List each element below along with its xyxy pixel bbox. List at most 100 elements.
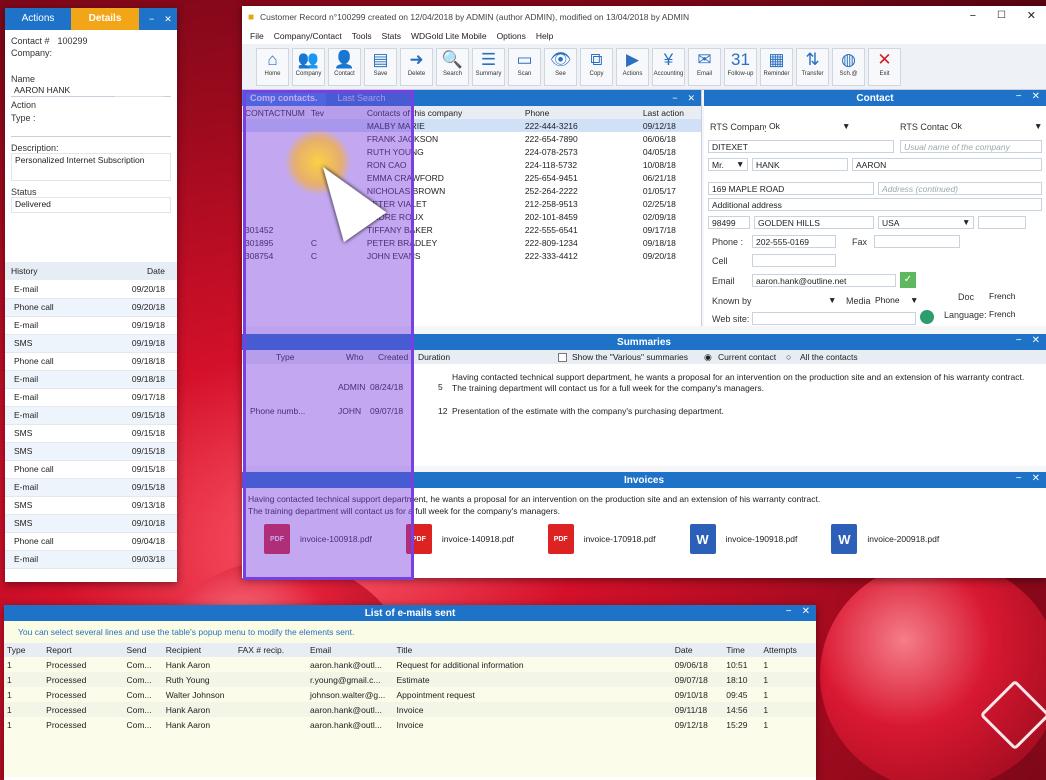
history-row[interactable]: SMS 09/15/18 xyxy=(5,442,177,461)
dropdown-arrow-icon[interactable]: ▼ xyxy=(842,121,850,131)
email-row[interactable]: 1 Processed Com... Walter Johnson johnson.wa… xyxy=(4,687,816,702)
status-field[interactable]: Delivered xyxy=(11,197,171,213)
invoice-file[interactable]: PDF invoice-140918.pdf xyxy=(405,524,514,554)
region-field[interactable] xyxy=(978,216,1026,229)
minimize-icon[interactable]: − xyxy=(1016,335,1022,346)
history-row[interactable]: SMS 09/15/18 xyxy=(5,424,177,443)
history-row[interactable]: E-mail 09/18/18 xyxy=(5,370,177,389)
history-row[interactable]: E-mail 09/19/18 xyxy=(5,316,177,335)
history-row[interactable]: Phone call 09/04/18 xyxy=(5,532,177,551)
dropdown-arrow-icon[interactable]: ▼ xyxy=(828,295,836,305)
email-row[interactable]: 1 Processed Com... Hank Aaron aaron.hank@out… xyxy=(4,702,816,717)
email-row[interactable]: 1 Processed Com... Ruth Young r.young@gmail.… xyxy=(4,672,816,687)
doc-select[interactable]: French xyxy=(986,290,1036,303)
toolbar-button[interactable]: ✕ Exit xyxy=(868,47,901,86)
email-col[interactable]: Recipient xyxy=(163,643,235,657)
history-row[interactable]: Phone call 09/15/18 xyxy=(5,460,177,479)
history-row[interactable]: Phone call 09/20/18 xyxy=(5,298,177,317)
minimize-icon[interactable]: − xyxy=(149,14,154,24)
history-row[interactable]: E-mail 09/03/18 xyxy=(5,550,177,569)
close-icon[interactable]: ✕ xyxy=(1032,335,1040,346)
toolbar-button[interactable]: 👤 Contact xyxy=(328,47,361,86)
type-field[interactable] xyxy=(11,123,171,137)
invoice-file[interactable]: Winvoice-190918.pdf xyxy=(689,524,797,554)
maximize-icon[interactable]: ☐ xyxy=(997,10,1006,21)
toolbar-button[interactable]: 👥 Company xyxy=(292,47,325,86)
close-icon[interactable]: ✕ xyxy=(1032,91,1040,102)
history-row[interactable]: SMS 09/10/18 xyxy=(5,514,177,533)
close-icon[interactable]: ✕ xyxy=(1032,473,1040,484)
toolbar-button[interactable]: 👁 See xyxy=(544,47,577,86)
additional-address-field[interactable]: Additional address xyxy=(708,198,1042,211)
email-row[interactable]: 1 Processed Com... Hank Aaron aaron.hank@out… xyxy=(4,717,816,732)
minimize-icon[interactable]: − xyxy=(786,606,792,617)
toolbar-button[interactable]: ▶ Actions xyxy=(616,47,649,86)
toolbar-button[interactable]: ▦ Reminder xyxy=(760,47,793,86)
menu-item[interactable]: WDGold Lite Mobile xyxy=(411,31,487,41)
email-col[interactable]: Time xyxy=(723,643,760,657)
all-contacts-radio[interactable]: ○ xyxy=(786,352,791,362)
history-row[interactable]: E-mail 09/15/18 xyxy=(5,406,177,425)
dropdown-arrow-icon[interactable]: ▼ xyxy=(910,295,918,305)
language-select[interactable]: French xyxy=(986,308,1036,321)
dropdown-arrow-icon[interactable]: ▼ xyxy=(1034,121,1042,131)
rts-contact-select[interactable]: Ok xyxy=(948,120,1038,133)
history-row[interactable]: SMS 09/19/18 xyxy=(5,334,177,353)
invoice-file[interactable]: PDF invoice-170918.pdf xyxy=(547,524,656,554)
website-field[interactable] xyxy=(752,312,916,325)
company-name-field[interactable]: DITEXET xyxy=(708,140,894,153)
invoice-file[interactable]: Winvoice-200918.pdf xyxy=(831,524,939,554)
toolbar-button[interactable]: ⧉ Copy xyxy=(580,47,613,86)
show-various-checkbox[interactable] xyxy=(558,352,567,362)
cell-field[interactable] xyxy=(752,254,836,267)
toolbar-button[interactable]: ◍ Sch.@ xyxy=(832,47,865,86)
close-icon[interactable]: ✕ xyxy=(802,606,810,617)
email-row[interactable]: 1 Processed Com... Hank Aaron aaron.hank@out… xyxy=(4,657,816,672)
email-col[interactable]: Type xyxy=(4,643,43,657)
toolbar-button[interactable]: 🔍 Search xyxy=(436,47,469,86)
email-col[interactable]: Email xyxy=(307,643,394,657)
toolbar-button[interactable]: ¥ Accounting xyxy=(652,47,685,86)
email-col[interactable]: Title xyxy=(393,643,671,657)
menu-item[interactable]: Options xyxy=(497,31,526,41)
minimize-icon[interactable]: − xyxy=(970,10,976,22)
email-field[interactable]: aaron.hank@outline.net xyxy=(752,274,896,287)
menu-item[interactable]: Help xyxy=(536,31,553,41)
city-field[interactable]: GOLDEN HILLS xyxy=(754,216,874,229)
history-row[interactable]: SMS 09/13/18 xyxy=(5,496,177,515)
menu-item[interactable]: File xyxy=(250,31,264,41)
history-row[interactable]: E-mail 09/15/18 xyxy=(5,478,177,497)
email-col[interactable]: Send xyxy=(124,643,163,657)
history-row[interactable]: E-mail 09/17/18 xyxy=(5,388,177,407)
country-select[interactable]: USA xyxy=(878,216,974,229)
minimize-icon[interactable]: − xyxy=(1016,91,1022,102)
first-name-field[interactable]: AARON xyxy=(852,158,1042,171)
phone-field[interactable]: 202-555-0169 xyxy=(752,235,836,248)
toolbar-button[interactable]: ⌂ Home xyxy=(256,47,289,86)
send-email-icon[interactable]: ✓ xyxy=(900,272,916,288)
email-col[interactable]: Report xyxy=(43,643,123,657)
toolbar-button[interactable]: ✉ Email xyxy=(688,47,721,86)
dropdown-arrow-icon[interactable]: ▼ xyxy=(962,217,970,227)
toolbar-button[interactable]: 31 Follow-up xyxy=(724,47,757,86)
menu-item[interactable]: Tools xyxy=(352,31,372,41)
last-name-field[interactable]: HANK xyxy=(752,158,848,171)
address-field[interactable]: 169 MAPLE ROAD xyxy=(708,182,874,195)
current-contact-radio[interactable]: ◉ xyxy=(704,352,712,363)
description-field[interactable]: Personalized Internet Subscription xyxy=(11,153,171,181)
menu-item[interactable]: Company/Contact xyxy=(274,31,342,41)
col-phone[interactable]: Phone xyxy=(522,106,640,119)
dropdown-arrow-icon[interactable]: ▼ xyxy=(736,159,744,169)
company-usual-name-field[interactable]: Usual name of the company xyxy=(900,140,1042,153)
fax-field[interactable] xyxy=(874,235,960,248)
toolbar-button[interactable]: ▤ Save xyxy=(364,47,397,86)
menu-item[interactable]: Stats xyxy=(382,31,401,41)
close-icon[interactable]: ✕ xyxy=(1027,9,1036,22)
toolbar-button[interactable]: ☰ Summary xyxy=(472,47,505,86)
globe-icon[interactable] xyxy=(920,310,934,324)
history-row[interactable]: Phone call 09/18/18 xyxy=(5,352,177,371)
history-row[interactable]: E-mail 09/20/18 xyxy=(5,280,177,299)
email-col[interactable]: Date xyxy=(672,643,724,657)
minimize-icon[interactable]: − xyxy=(1016,473,1022,484)
email-col[interactable]: FAX # recip. xyxy=(235,643,307,657)
